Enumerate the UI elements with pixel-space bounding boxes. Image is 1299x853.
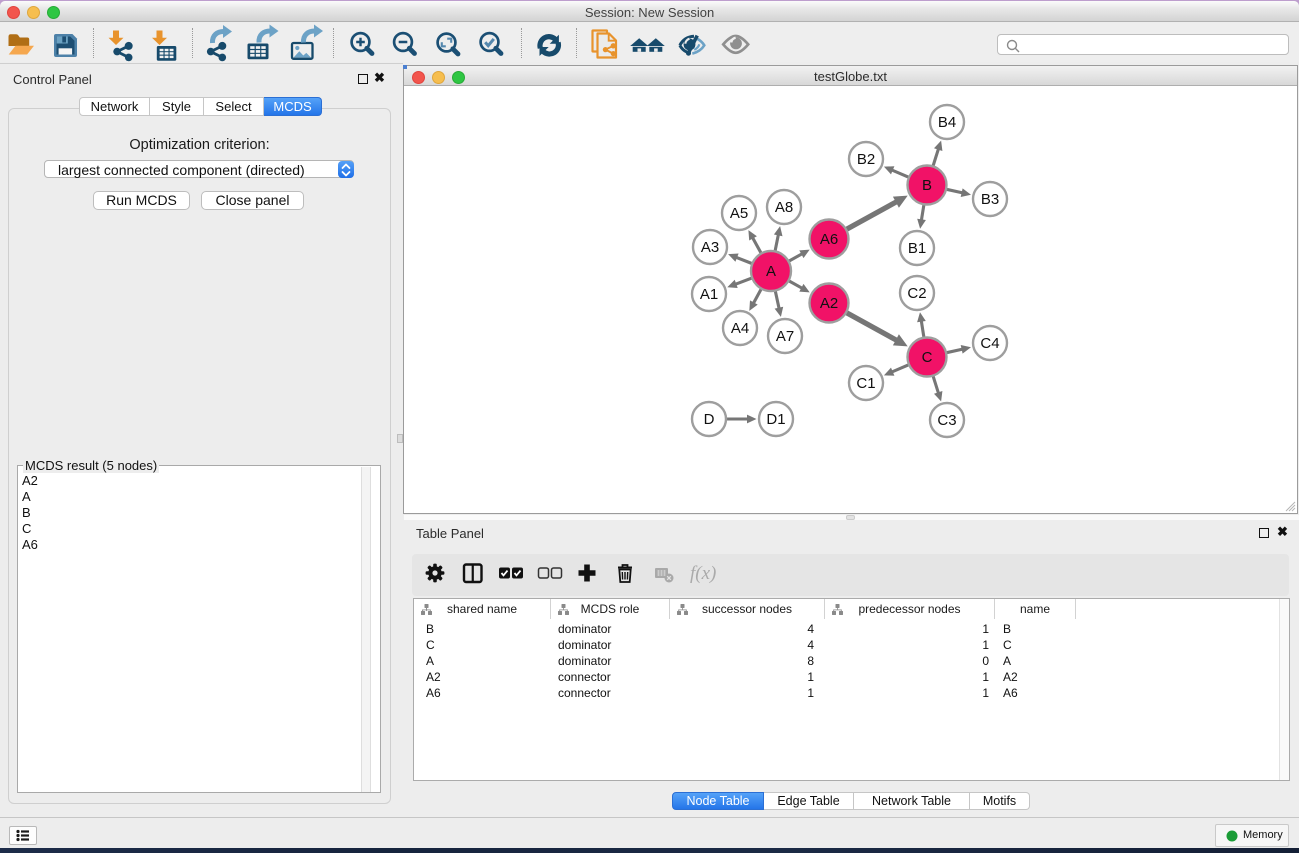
svg-text:B2: B2	[857, 151, 875, 168]
svg-text:D: D	[704, 411, 715, 428]
svg-text:C4: C4	[980, 335, 999, 352]
svg-text:C2: C2	[907, 285, 926, 302]
svg-text:A7: A7	[776, 328, 794, 345]
svg-text:A3: A3	[701, 239, 719, 256]
svg-text:A6: A6	[820, 231, 838, 248]
svg-text:f(x): f(x)	[690, 563, 716, 584]
svg-text:A2: A2	[820, 295, 838, 312]
svg-text:B1: B1	[908, 240, 926, 257]
svg-text:C: C	[922, 349, 933, 366]
svg-text:C3: C3	[937, 412, 956, 429]
svg-text:B3: B3	[981, 191, 999, 208]
svg-text:D1: D1	[766, 411, 785, 428]
svg-text:A8: A8	[775, 199, 793, 216]
svg-text:B: B	[922, 177, 932, 194]
svg-text:A5: A5	[730, 205, 748, 222]
svg-text:B4: B4	[938, 114, 956, 131]
svg-text:A1: A1	[700, 286, 718, 303]
svg-text:A4: A4	[731, 320, 749, 337]
svg-text:C1: C1	[856, 375, 875, 392]
svg-text:A: A	[766, 263, 776, 280]
